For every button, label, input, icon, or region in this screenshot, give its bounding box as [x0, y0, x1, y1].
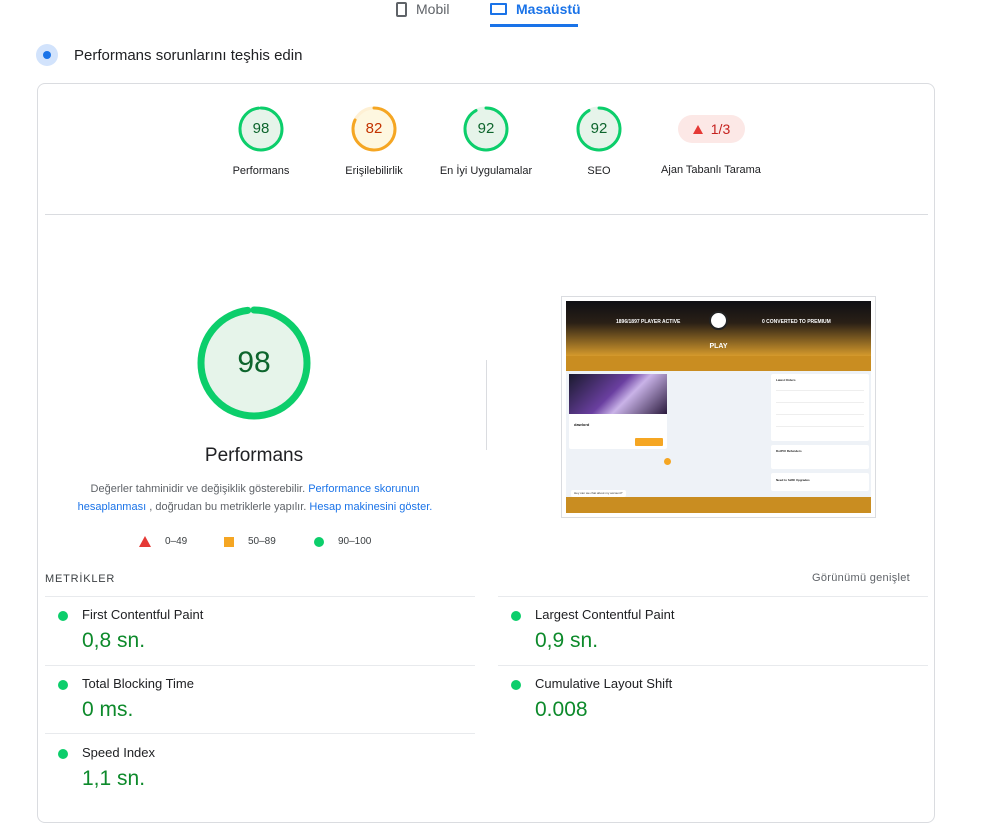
pass-circle-icon — [58, 611, 68, 621]
screenshot-sidebar: DotPlU Refunders — [771, 445, 869, 469]
gauge-label: Erişilebilirlik — [345, 165, 403, 177]
gauge-circle: 92 — [575, 105, 623, 153]
diagnose-header: Performans sorunlarını teşhis edin — [36, 44, 302, 66]
square-icon — [224, 536, 234, 547]
metric-value: 0 ms. — [82, 698, 134, 721]
metric-value: 0,8 sn. — [82, 629, 146, 652]
screenshot-text: DotPlU Refunders — [776, 449, 802, 453]
tab-mobile[interactable]: Mobil — [396, 0, 449, 22]
gauge-best-practices[interactable]: 92 En İyi Uygulamalar — [431, 105, 541, 181]
legend-range: 50–89 — [248, 536, 276, 547]
metric-label: Total Blocking Time — [82, 676, 194, 691]
warning-triangle-icon — [692, 124, 703, 134]
legend-fail: 0–49 — [139, 536, 187, 547]
gauge-label: Performans — [232, 165, 290, 177]
gauge-label: En İyi Uygulamalar — [439, 165, 533, 177]
agent-badge-value: 1/3 — [710, 121, 731, 137]
legend-pass: 90–100 — [314, 536, 371, 547]
gauge-value: 98 — [252, 120, 270, 137]
site-logo-icon — [709, 311, 728, 330]
pass-circle-icon — [58, 680, 68, 690]
divider — [45, 665, 475, 666]
screenshot-text: 0 CONVERTED TO PREMIUM — [762, 319, 831, 325]
tab-mobile-label: Mobil — [416, 1, 450, 17]
gauge-value: 92 — [477, 120, 495, 137]
agent-label: Ajan Tabanlı Tarama — [661, 164, 761, 176]
screenshot-text: Need to fulfill Upgrades — [776, 478, 810, 482]
metric-label: First Contentful Paint — [82, 607, 204, 622]
gauge-seo[interactable]: 92 SEO — [544, 105, 654, 181]
screenshot-content: 1896/1897 PLAYER ACTIVE 0 CONVERTED TO P… — [566, 301, 871, 513]
divider — [45, 214, 928, 215]
diagnose-icon — [36, 44, 58, 66]
gauge-circle: 98 — [237, 105, 285, 153]
metric-label: Largest Contentful Paint — [535, 607, 675, 622]
phone-icon — [396, 1, 407, 17]
screenshot-header: 1896/1897 PLAYER ACTIVE 0 CONVERTED TO P… — [566, 301, 871, 356]
screenshot-chat: Hey can we chat about my account? — [571, 490, 626, 497]
divider — [498, 665, 928, 666]
page-screenshot[interactable]: 1896/1897 PLAYER ACTIVE 0 CONVERTED TO P… — [561, 296, 876, 518]
screenshot-footer — [566, 497, 871, 513]
metric-value: 0,9 sn. — [535, 629, 599, 652]
laptop-icon — [490, 3, 507, 15]
screenshot-card: dawlord — [569, 374, 667, 449]
metric-label: Speed Index — [82, 745, 156, 760]
gauge-performance[interactable]: 98 Performans — [206, 105, 316, 181]
metrics-heading: METRİKLER — [45, 573, 116, 585]
gauge-accessibility[interactable]: 82 Erişilebilirlik — [319, 105, 429, 181]
performance-description: Değerler tahminidir ve değişiklik göster… — [60, 480, 450, 516]
gauge-value: 92 — [590, 120, 608, 137]
screenshot-text: 1896/1897 PLAYER ACTIVE — [616, 319, 681, 325]
pass-circle-icon — [511, 680, 521, 690]
performance-gauge-large: 98 — [197, 306, 311, 420]
tab-desktop-label: Masaüstü — [516, 1, 581, 17]
divider — [45, 733, 475, 734]
performance-title: Performans — [204, 445, 304, 466]
vertical-divider — [486, 360, 487, 450]
metric-label: Cumulative Layout Shift — [535, 676, 673, 691]
screenshot-nav — [566, 356, 871, 371]
screenshot-sidebar: Latest Orders — [771, 374, 869, 441]
performance-score: 98 — [237, 346, 271, 379]
diagnose-title: Performans sorunlarını teşhis edin — [74, 46, 303, 64]
screenshot-play: PLAY — [709, 343, 728, 350]
divider — [45, 596, 475, 597]
screenshot-dot — [664, 458, 671, 465]
tab-desktop[interactable]: Masaüstü — [490, 0, 581, 22]
expand-view-toggle[interactable]: Görünümü genişlet — [812, 572, 910, 584]
screenshot-text: dawlord — [574, 422, 590, 427]
gauge-value: 82 — [365, 120, 383, 137]
pass-circle-icon — [511, 611, 521, 621]
gauge-circle: 82 — [350, 105, 398, 153]
tab-active-indicator — [490, 24, 578, 27]
pass-circle-icon — [58, 749, 68, 759]
screenshot-sidebar: Need to fulfill Upgrades — [771, 473, 869, 491]
gauge-label: SEO — [587, 165, 611, 177]
legend-range: 0–49 — [165, 536, 188, 547]
metric-value: 1,1 sn. — [82, 767, 146, 790]
calculator-link[interactable]: Hesap makinesini göster. — [309, 501, 432, 513]
desc-text: , doğrudan bu metriklerle yapılır. — [149, 501, 307, 513]
legend-range: 90–100 — [338, 536, 372, 547]
legend-average: 50–89 — [224, 536, 276, 547]
agent-badge[interactable]: 1/3 — [678, 115, 745, 143]
screenshot-button — [635, 438, 663, 446]
screenshot-text: Latest Orders — [776, 378, 796, 382]
screenshot-card-image — [569, 374, 667, 414]
desc-text: Değerler tahminidir ve değişiklik göster… — [90, 483, 306, 495]
divider — [498, 596, 928, 597]
device-tabs: Mobil Masaüstü — [0, 0, 999, 30]
circle-icon — [314, 536, 324, 547]
metric-value: 0.008 — [535, 698, 588, 721]
gauge-circle: 92 — [462, 105, 510, 153]
triangle-icon — [139, 536, 151, 547]
